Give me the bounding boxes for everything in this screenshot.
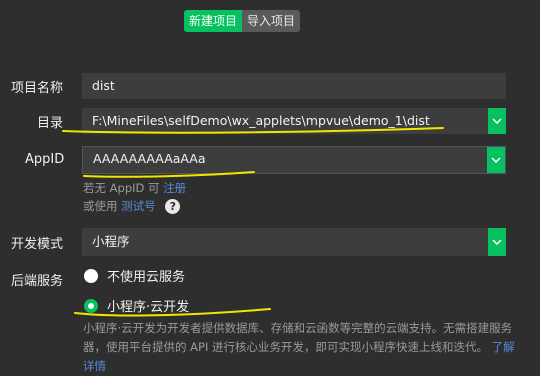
dev-mode-dropdown-button[interactable] [488,228,506,256]
chevron-down-icon [492,239,502,245]
appid-dropdown-button[interactable] [487,147,505,173]
tab-new-project[interactable]: 新建项目 [184,10,243,32]
chevron-down-icon [492,118,502,124]
radio-cloud-dev[interactable]: 小程序·云开发 [84,296,189,315]
radio-no-cloud[interactable]: 不使用云服务 [84,266,185,285]
dev-mode-value: 小程序 [92,234,130,249]
test-account-link[interactable]: 测试号 [121,199,156,213]
directory-select[interactable]: F:\MineFiles\selfDemo\wx_applets\mpvue\d… [82,108,506,134]
project-mode-tabs: 新建项目 导入项目 [184,10,301,32]
appid-label: AppID [25,152,65,167]
dev-mode-select[interactable]: 小程序 [82,228,506,256]
register-link[interactable]: 注册 [163,181,186,195]
tab-import-project[interactable]: 导入项目 [242,10,301,32]
appid-input[interactable]: AAAAAAAAAaAAa [82,146,506,174]
chevron-down-icon [491,157,501,163]
backend-label: 后端服务 [11,274,64,289]
project-name-input[interactable]: dist [82,73,506,99]
appid-value: AAAAAAAAAaAAa [93,151,206,166]
radio-cloud-dev-label: 小程序·云开发 [107,300,190,315]
radio-no-cloud-label: 不使用云服务 [107,270,186,285]
annotation-scribbles [62,127,444,317]
appid-register-hint: 若无 AppID 可 注册 [83,181,187,195]
cloud-description: 小程序·云开发为开发者提供数据库、存储和云函数等完整的云端支持。无需搭建服务器，… [83,321,515,373]
help-icon[interactable]: ? [165,199,181,214]
dev-mode-label: 开发模式 [11,237,64,252]
directory-value: F:\MineFiles\selfDemo\wx_applets\mpvue\d… [92,113,430,128]
radio-unchecked-icon [84,268,98,283]
project-name-label: 项目名称 [11,81,64,96]
radio-checked-icon [84,298,98,313]
directory-label: 目录 [37,116,64,131]
directory-dropdown-button[interactable] [488,108,506,134]
appid-test-hint: 或使用 测试号 ? [83,198,181,214]
